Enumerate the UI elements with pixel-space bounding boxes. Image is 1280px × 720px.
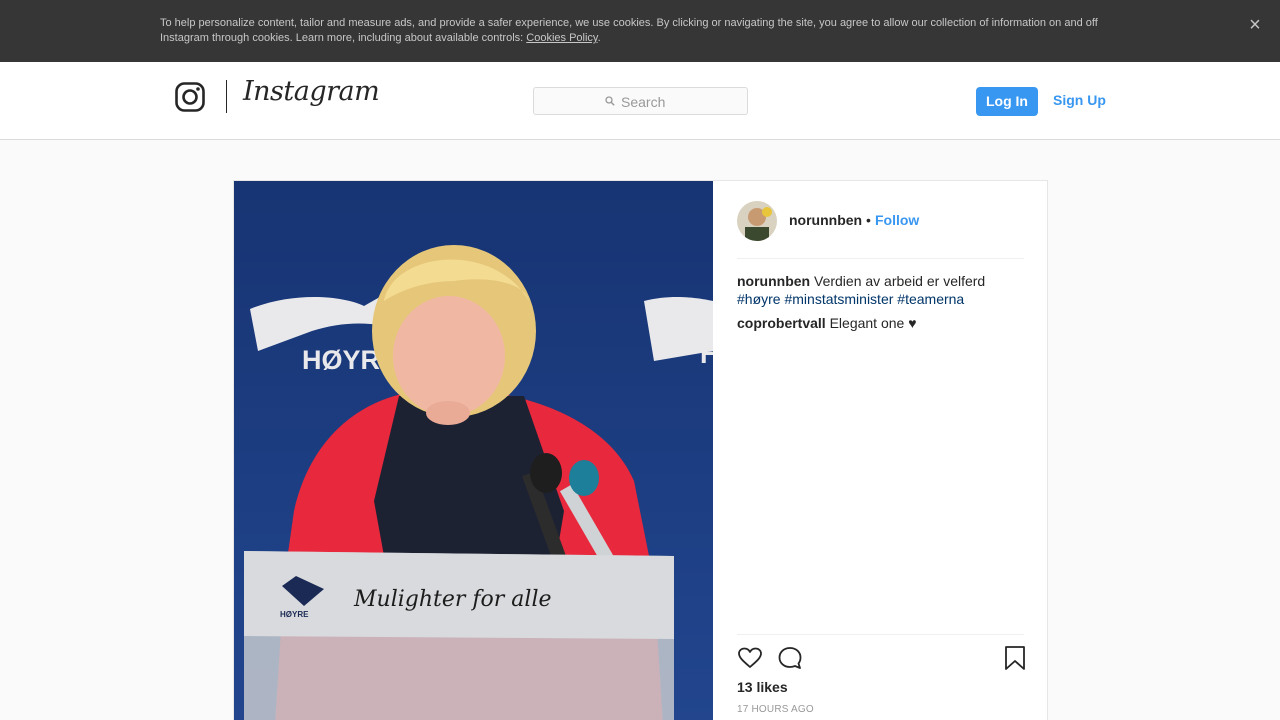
- top-navigation: Instagram Search Log In Sign Up: [0, 62, 1280, 140]
- post-header: norunnben • Follow: [737, 181, 1024, 259]
- hashtag-link[interactable]: #minstatsminister: [784, 291, 893, 307]
- cookie-text-end: .: [597, 32, 601, 44]
- follow-button[interactable]: Follow: [875, 212, 919, 228]
- likes-count[interactable]: 13 likes: [737, 679, 788, 695]
- podium-text: Mulighter for alle: [353, 587, 552, 612]
- logo-divider: [226, 80, 227, 113]
- comments-list: norunnben Verdien av arbeid er velferd #…: [737, 272, 1027, 338]
- post-sidebar: norunnben • Follow norunnben Verdien av …: [713, 181, 1048, 720]
- comment-item: coprobertvall Elegant one ♥: [737, 314, 1027, 332]
- post-author-username[interactable]: norunnben: [789, 212, 862, 228]
- instagram-wordmark[interactable]: Instagram: [243, 76, 380, 107]
- caption: norunnben Verdien av arbeid er velferd #…: [737, 272, 1027, 308]
- search-input[interactable]: Search: [533, 87, 748, 115]
- post-card: HØYRE H HØYRE Mulighter for alle norunnb…: [233, 180, 1048, 720]
- hashtag-link[interactable]: #høyre: [737, 291, 781, 307]
- cookie-banner: To help personalize content, tailor and …: [0, 0, 1280, 62]
- comment-icon[interactable]: [777, 645, 803, 671]
- cookie-text: To help personalize content, tailor and …: [160, 17, 1098, 44]
- search-placeholder: Search: [621, 94, 666, 110]
- heart-icon[interactable]: [737, 645, 763, 671]
- instagram-glyph-icon[interactable]: [175, 82, 205, 112]
- hashtag-link[interactable]: #teamerna: [897, 291, 964, 307]
- signup-link[interactable]: Sign Up: [1053, 92, 1106, 108]
- post-actions: [737, 634, 1025, 684]
- caption-text: Verdien av arbeid er velferd: [814, 273, 986, 289]
- bookmark-icon[interactable]: [1002, 645, 1028, 671]
- podium-logo-text: HØYRE: [280, 610, 309, 619]
- comment-username[interactable]: coprobertvall: [737, 315, 826, 331]
- login-button[interactable]: Log In: [976, 87, 1038, 116]
- backdrop-logo-text-right: H: [700, 339, 713, 369]
- cookie-message: To help personalize content, tailor and …: [160, 16, 1120, 46]
- close-icon[interactable]: ×: [1244, 14, 1266, 36]
- separator-dot: •: [866, 212, 871, 228]
- post-photo[interactable]: HØYRE H HØYRE Mulighter for alle: [234, 181, 713, 720]
- caption-username[interactable]: norunnben: [737, 273, 810, 289]
- avatar[interactable]: [737, 201, 777, 241]
- post-timestamp[interactable]: 17 HOURS AGO: [737, 704, 814, 715]
- comment-text: Elegant one ♥: [829, 315, 917, 331]
- cookies-policy-link[interactable]: Cookies Policy: [526, 32, 597, 44]
- search-icon: [605, 96, 615, 106]
